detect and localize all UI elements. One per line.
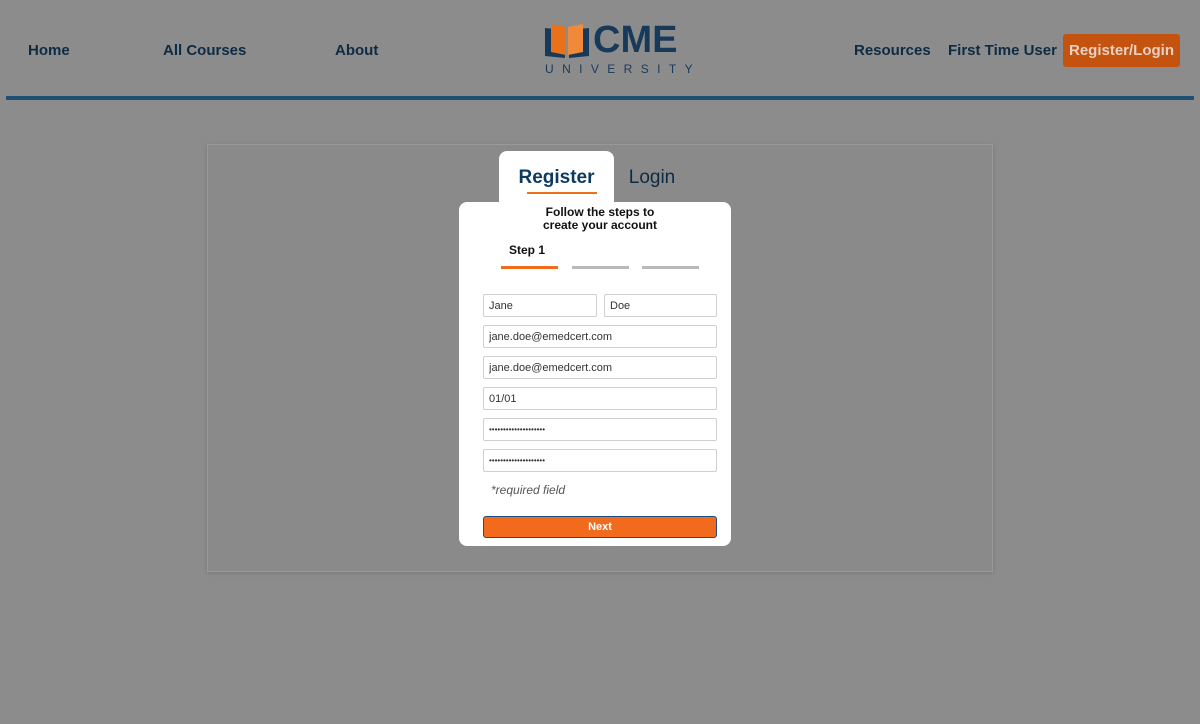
confirm-password-input[interactable] [483,449,717,472]
nav-home-link[interactable]: Home [28,42,70,59]
step-2-indicator [572,266,629,269]
step-3-indicator [642,266,699,269]
register-login-button[interactable]: Register/Login [1063,34,1180,67]
tab-login[interactable]: Login [624,167,680,189]
register-form-card: Follow the steps to create your account … [459,202,731,546]
required-field-note: *required field [491,483,566,497]
nav-first-time-user-link[interactable]: First Time User [948,42,1057,59]
first-name-input[interactable] [483,294,597,317]
cme-university-logo[interactable]: CME UNIVERSITY [543,19,693,76]
nav-resources-link[interactable]: Resources [854,42,931,59]
confirm-email-input[interactable] [483,356,717,379]
step-label: Step 1 [509,243,546,257]
nav-all-courses-link[interactable]: All Courses [163,42,246,59]
open-book-icon [545,24,589,58]
logo-wordmark: CME [593,19,678,61]
tab-register-label: Register [518,167,595,188]
step-1-indicator [501,266,558,269]
last-name-input[interactable] [604,294,717,317]
tab-active-underline [527,192,597,194]
password-input[interactable] [483,418,717,441]
birthdate-input[interactable] [483,387,717,410]
site-header: Home All Courses About CME UNIVERSITY Re… [0,0,1200,100]
next-button[interactable]: Next [483,516,717,538]
header-divider [6,96,1194,100]
email-input[interactable] [483,325,717,348]
form-title: Follow the steps to create your account [542,205,658,232]
nav-about-link[interactable]: About [335,42,378,59]
logo-subtitle: UNIVERSITY [545,62,702,76]
